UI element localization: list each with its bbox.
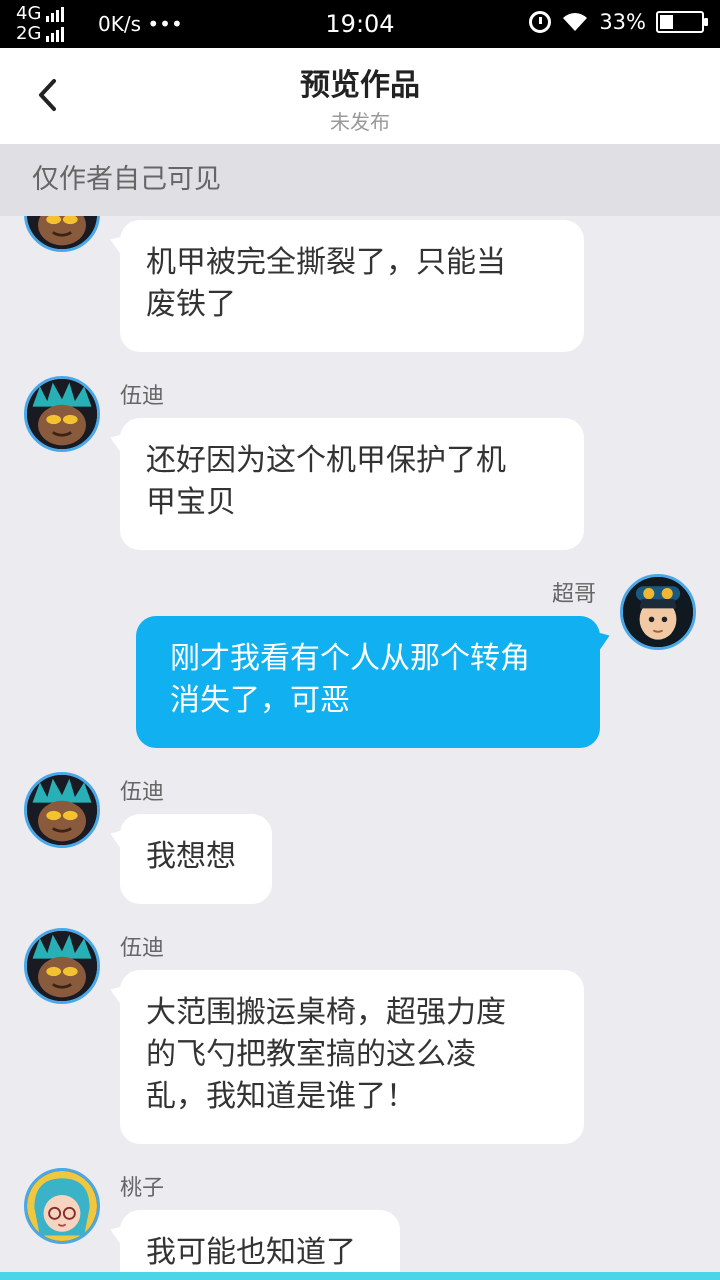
message-line: 甲宝贝 (146, 485, 236, 520)
bottom-accent-bar (0, 1272, 720, 1280)
sender-name: 桃子 (120, 1176, 165, 1201)
top-bar: 预览作品 未发布 (0, 48, 720, 144)
message-line: 废铁了 (146, 287, 236, 322)
alarm-icon (529, 11, 552, 33)
message-bubble[interactable]: 机甲被完全撕裂了，只能当 废铁了 (120, 220, 584, 352)
visibility-notice: 仅作者自己可见 (0, 144, 720, 216)
page-title: 预览作品 (300, 68, 420, 103)
sender-name: 伍迪 (120, 384, 165, 409)
taozi-avatar[interactable] (24, 1168, 100, 1244)
sender-name: 伍迪 (120, 780, 165, 805)
message-line: 乱，我知道是谁了！ (146, 1079, 416, 1114)
publish-status: 未发布 (330, 110, 390, 134)
wudi-avatar[interactable] (24, 216, 100, 252)
wudi-avatar[interactable] (24, 376, 100, 452)
message-bubble[interactable]: 大范围搬运桌椅，超强力度 的飞勺把教室搞的这么凌 乱，我知道是谁了！ (120, 970, 584, 1144)
message-line: 大范围搬运桌椅，超强力度 (146, 995, 506, 1030)
message-line: 机甲被完全撕裂了，只能当 (146, 245, 506, 280)
battery-percent: 33% (599, 10, 646, 34)
message-bubble[interactable]: 还好因为这个机甲保护了机 甲宝贝 (120, 418, 584, 550)
sender-name: 超哥 (552, 582, 597, 607)
message-line: 我想想 (146, 839, 236, 874)
wudi-avatar[interactable] (24, 928, 100, 1004)
chaoge-avatar[interactable] (620, 574, 696, 650)
message-bubble[interactable]: 我想想 (120, 814, 272, 904)
message-bubble[interactable]: 我可能也知道了 (120, 1210, 400, 1272)
wifi-icon (563, 13, 588, 31)
message-line: 还好因为这个机甲保护了机 (146, 443, 506, 478)
message-line: 我可能也知道了 (146, 1235, 356, 1270)
message-bubble[interactable]: 刚才我看有个人从那个转角 消失了，可恶 (136, 616, 600, 748)
message-line: 消失了，可恶 (170, 683, 350, 718)
battery-fill (660, 15, 673, 29)
sender-name: 伍迪 (120, 936, 165, 961)
message-line: 刚才我看有个人从那个转角 (170, 641, 530, 676)
battery-icon (656, 11, 708, 33)
message-line: 的飞勺把教室搞的这么凌 (146, 1037, 476, 1072)
status-bar: 4G 2G 0K/s ••• 19:04 33% (0, 0, 720, 48)
chat-list[interactable]: 机甲被完全撕裂了，只能当 废铁了 伍迪 还好因为这个机甲保护了机 甲宝贝 超哥 … (0, 216, 720, 1272)
status-icons: 33% (529, 10, 708, 34)
wudi-avatar[interactable] (24, 772, 100, 848)
preview-page: 4G 2G 0K/s ••• 19:04 33% 预览作品 未发布 仅作者自己可… (0, 0, 720, 1280)
